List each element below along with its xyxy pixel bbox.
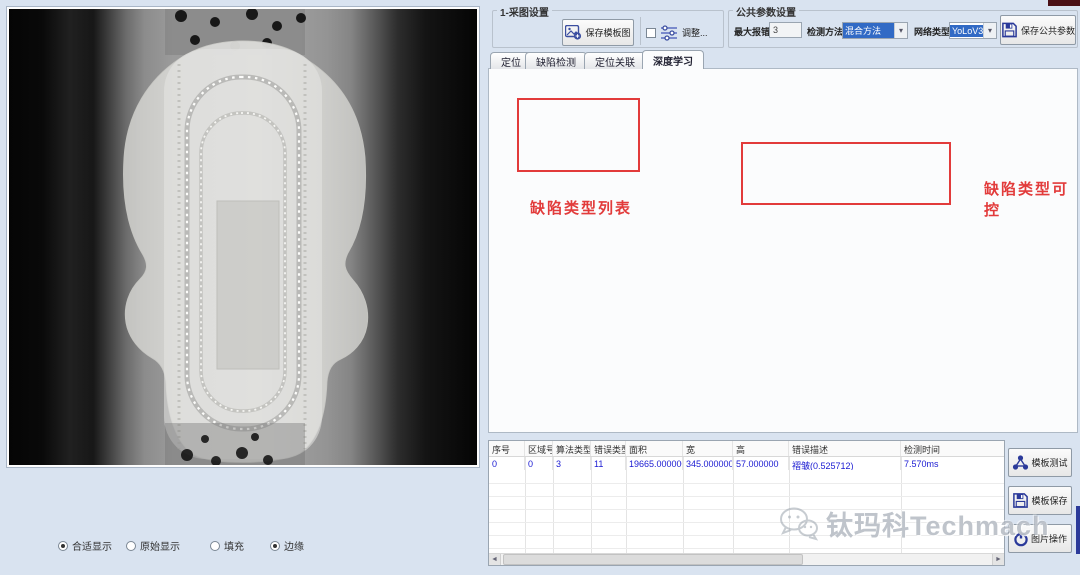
chevron-down-icon: ▾ [894, 23, 907, 38]
save-common-params-button[interactable]: 保存公共参数 [1000, 15, 1076, 45]
cell: 11 [591, 457, 626, 470]
power-icon [1013, 531, 1029, 547]
annotation-text-mask-control: 缺陷类型可控 [984, 178, 1080, 220]
capture-settings-group: 1-采图设置 保存模板图 调整... [492, 10, 724, 48]
tab-label: 定位 [501, 54, 521, 69]
save-common-params-label: 保存公共参数 [1021, 24, 1075, 37]
scrollbar-thumb[interactable] [503, 554, 803, 565]
col-header: 序号 [489, 441, 525, 456]
common-params-title: 公共参数设置 [733, 4, 799, 19]
radio-circle [126, 541, 136, 551]
col-header: 宽 [683, 441, 733, 456]
cell: 0 [525, 457, 553, 470]
radio-label: 填充 [224, 538, 244, 553]
radio-edge[interactable]: 边缘 [270, 538, 304, 553]
radio-circle [210, 541, 220, 551]
col-header: 检测时间 [901, 441, 1004, 456]
tab-label: 缺陷检测 [536, 54, 576, 69]
cell: 345.000000 [683, 457, 733, 470]
sliders-icon [659, 24, 679, 42]
template-test-button[interactable]: 模板测试 [1008, 448, 1072, 477]
scroll-left-arrow-icon[interactable]: ◄ [489, 554, 501, 565]
floppy-icon [1001, 21, 1018, 39]
display-mode-controls: 合适显示 原始显示 填充 边缘 [0, 538, 480, 554]
image-operations-button[interactable]: 图片操作 [1008, 524, 1072, 553]
radio-label: 原始显示 [140, 538, 180, 553]
xray-image-panel [6, 6, 480, 468]
template-save-button[interactable]: 模板保存 [1008, 486, 1072, 515]
detect-method-label: 检测方法 [807, 25, 843, 38]
button-label: 模板保存 [1031, 494, 1067, 507]
network-type-dropdown[interactable]: YoLoV3 ▾ [949, 22, 997, 39]
radio-label: 边缘 [284, 538, 304, 553]
col-header: 算法类型 [553, 441, 591, 456]
horizontal-scrollbar[interactable]: ◄ ► [489, 553, 1004, 565]
radio-circle [58, 541, 68, 551]
button-label: 模板测试 [1031, 456, 1067, 469]
molecule-icon [1012, 454, 1029, 471]
cell: 0 [489, 457, 525, 470]
radio-label: 合适显示 [72, 538, 112, 553]
tab-position-association[interactable]: 定位关联 [584, 52, 646, 69]
col-header: 错误类型 [591, 441, 626, 456]
cell: 19665.000000 [626, 457, 683, 470]
cell: 3 [553, 457, 591, 470]
radio-circle [270, 541, 280, 551]
result-table-header: 序号 区域号 算法类型 错误类型 面积 宽 高 错误描述 检测时间 [489, 441, 1004, 457]
save-template-image-button[interactable]: 保存模板图 [562, 19, 634, 46]
max-error-value[interactable] [769, 22, 802, 38]
network-type-value: YoLoV3 [950, 25, 983, 37]
scroll-right-arrow-icon[interactable]: ► [992, 554, 1004, 565]
adjust-checkbox[interactable] [646, 28, 656, 38]
annotation-text-class-list: 缺陷类型列表 [530, 197, 632, 218]
col-header: 错误描述 [789, 441, 901, 456]
detection-result-table[interactable]: 序号 区域号 算法类型 错误类型 面积 宽 高 错误描述 检测时间 0 0 3 … [488, 440, 1005, 566]
table-row[interactable]: 0 0 3 11 19665.000000 345.000000 57.0000… [489, 457, 1004, 470]
tab-deep-learning[interactable]: 深度学习 [642, 50, 704, 69]
network-type-label: 网络类型 [914, 25, 950, 38]
empty-rows [489, 471, 1004, 553]
chevron-down-icon: ▾ [983, 23, 996, 38]
capture-group-title: 1-采图设置 [497, 4, 552, 19]
common-params-group: 公共参数设置 最大报错数 检测方法 混合方法 ▾ 网络类型 YoLoV3 ▾ 保… [728, 10, 1078, 48]
adjust-control[interactable]: 调整... [646, 19, 720, 46]
cell: 57.000000 [733, 457, 789, 470]
save-template-label: 保存模板图 [585, 26, 630, 39]
tab-label: 定位关联 [595, 54, 635, 69]
titlebar-fragment [1048, 0, 1080, 6]
radio-original-display[interactable]: 原始显示 [126, 538, 180, 553]
radio-fill[interactable]: 填充 [210, 538, 244, 553]
xray-pad-image [9, 9, 477, 465]
detect-method-dropdown[interactable]: 混合方法 ▾ [842, 22, 908, 39]
col-header: 面积 [626, 441, 683, 456]
max-error-input[interactable] [769, 22, 802, 38]
cell: 7.570ms [901, 457, 1004, 470]
button-label: 图片操作 [1031, 532, 1067, 545]
detect-method-value: 混合方法 [843, 23, 894, 38]
floppy-icon [1012, 492, 1029, 509]
deep-learning-tab-panel [488, 68, 1078, 433]
tab-defect-detection[interactable]: 缺陷检测 [525, 52, 587, 69]
cell: 褶皱(0.525712) [789, 457, 901, 470]
tab-label: 深度学习 [653, 53, 693, 68]
divider [640, 17, 641, 45]
panel-edge-strip [1076, 506, 1080, 554]
image-plus-icon [565, 25, 582, 40]
adjust-label: 调整... [682, 26, 708, 39]
col-header: 区域号 [525, 441, 553, 456]
col-header: 高 [733, 441, 789, 456]
radio-fit-display[interactable]: 合适显示 [58, 538, 112, 553]
